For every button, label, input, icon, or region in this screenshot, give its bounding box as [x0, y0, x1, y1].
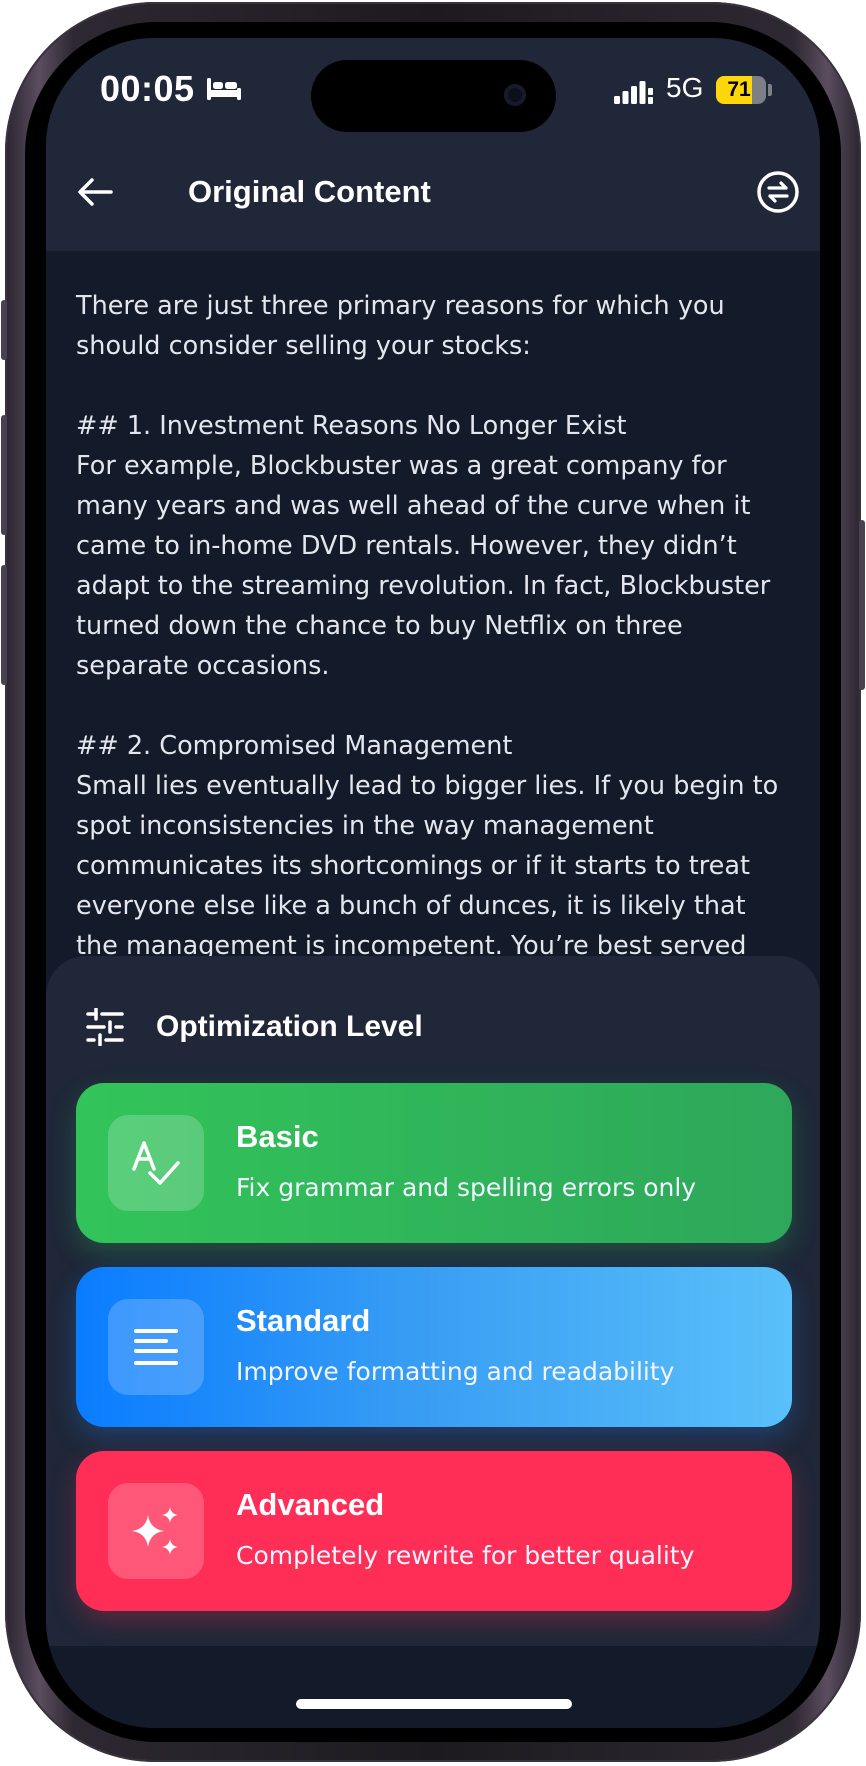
- option-title: Basic: [236, 1119, 319, 1154]
- option-advanced-icon-box: [108, 1483, 204, 1579]
- power-button: [859, 520, 865, 690]
- signal-icon: [614, 81, 653, 104]
- page-title: Original Content: [188, 174, 431, 209]
- volume-up-button: [1, 415, 7, 535]
- network-label: 5G: [666, 72, 704, 103]
- option-description: Improve formatting and readability: [236, 1357, 675, 1386]
- home-indicator[interactable]: [296, 1699, 572, 1709]
- sparkles-icon: [132, 1507, 178, 1555]
- status-time: 00:05: [100, 68, 195, 109]
- swap-circle-icon: [757, 171, 799, 213]
- sheet-bottom-area: [46, 1646, 820, 1728]
- sliders-icon: [86, 1008, 124, 1046]
- battery-tip: [768, 84, 772, 96]
- option-basic-icon-box: [108, 1115, 204, 1211]
- option-title: Advanced: [236, 1487, 385, 1522]
- option-standard-icon-box: [108, 1299, 204, 1395]
- option-standard[interactable]: Standard Improve formatting and readabil…: [76, 1267, 792, 1427]
- option-basic[interactable]: Basic Fix grammar and spelling errors on…: [76, 1083, 792, 1243]
- sheet-title: Optimization Level: [156, 1010, 423, 1043]
- battery-level: 71: [727, 78, 751, 101]
- back-button[interactable]: [74, 171, 116, 213]
- bed-icon: [207, 78, 241, 100]
- spellcheck-icon: [132, 1141, 180, 1185]
- swap-button[interactable]: [756, 170, 800, 214]
- option-advanced[interactable]: Advanced Completely rewrite for better q…: [76, 1451, 792, 1611]
- optimization-sheet: Optimization Level Basic Fix grammar and…: [46, 956, 820, 1646]
- text-lines-icon: [134, 1329, 178, 1365]
- screen: Original Content 00:05 5G 71 There are j: [46, 38, 820, 1728]
- volume-down-button: [1, 565, 7, 685]
- action-button: [1, 300, 7, 360]
- arrow-left-icon: [78, 178, 113, 206]
- option-description: Completely rewrite for better quality: [236, 1541, 695, 1570]
- option-description: Fix grammar and spelling errors only: [236, 1173, 697, 1202]
- dynamic-island: [311, 60, 556, 132]
- battery-indicator: 71: [716, 76, 766, 104]
- option-title: Standard: [236, 1303, 371, 1338]
- original-content-text: There are just three primary reasons for…: [76, 291, 779, 961]
- camera-icon: [504, 84, 526, 106]
